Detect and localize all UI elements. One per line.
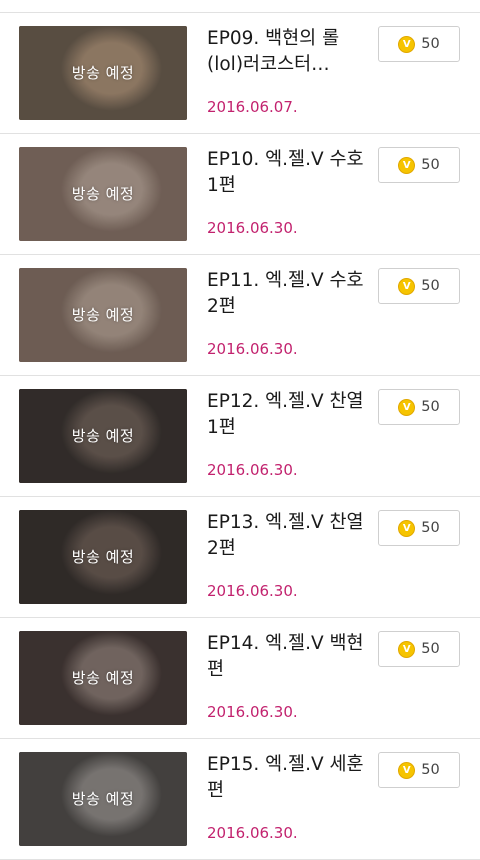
- coin-icon: V: [398, 398, 416, 416]
- episode-title[interactable]: EP15. 엑.젤.V 세훈 편: [207, 752, 369, 804]
- coin-icon: V: [398, 156, 416, 174]
- upcoming-broadcast-label: 방송 예정: [71, 790, 135, 808]
- coin-price: 50: [421, 157, 440, 173]
- episode-thumbnail[interactable]: 방송 예정: [19, 26, 187, 120]
- coin-icon: V: [398, 277, 416, 295]
- purchase-button[interactable]: V 50: [378, 147, 460, 183]
- coin-price: 50: [421, 520, 440, 536]
- episode-row[interactable]: 방송 예정 EP12. 엑.젤.V 찬열 1편 2016.06.30. V 50: [0, 376, 480, 497]
- episode-date: 2016.06.30.: [207, 219, 298, 237]
- episode-thumbnail[interactable]: 방송 예정: [19, 752, 187, 846]
- coin-icon: V: [398, 640, 416, 658]
- upcoming-broadcast-label: 방송 예정: [71, 185, 135, 203]
- coin-price: 50: [421, 278, 440, 294]
- upcoming-broadcast-label: 방송 예정: [71, 306, 135, 324]
- episode-date: 2016.06.30.: [207, 582, 298, 600]
- episode-date: 2016.06.30.: [207, 461, 298, 479]
- episode-thumbnail[interactable]: 방송 예정: [19, 268, 187, 362]
- coin-price: 50: [421, 762, 440, 778]
- episode-thumbnail[interactable]: 방송 예정: [19, 147, 187, 241]
- episode-title[interactable]: EP13. 엑.젤.V 찬열 2편: [207, 510, 369, 562]
- purchase-button[interactable]: V 50: [378, 510, 460, 546]
- upcoming-broadcast-label: 방송 예정: [71, 64, 135, 82]
- purchase-button[interactable]: V 50: [378, 26, 460, 62]
- episode-date: 2016.06.30.: [207, 824, 298, 842]
- upcoming-broadcast-label: 방송 예정: [71, 427, 135, 445]
- purchase-button[interactable]: V 50: [378, 752, 460, 788]
- episode-row[interactable]: 방송 예정 EP15. 엑.젤.V 세훈 편 2016.06.30. V 50: [0, 739, 480, 860]
- episode-row[interactable]: 방송 예정 EP10. 엑.젤.V 수호 1편 2016.06.30. V 50: [0, 134, 480, 255]
- coin-icon: V: [398, 519, 416, 537]
- upcoming-broadcast-label: 방송 예정: [71, 548, 135, 566]
- episode-date: 2016.06.07.: [207, 98, 298, 116]
- episode-title[interactable]: EP10. 엑.젤.V 수호 1편: [207, 147, 369, 199]
- episode-date: 2016.06.30.: [207, 703, 298, 721]
- episode-thumbnail[interactable]: 방송 예정: [19, 631, 187, 725]
- episode-title[interactable]: EP11. 엑.젤.V 수호 2편: [207, 268, 369, 320]
- purchase-button[interactable]: V 50: [378, 268, 460, 304]
- episode-thumbnail[interactable]: 방송 예정: [19, 389, 187, 483]
- coin-price: 50: [421, 36, 440, 52]
- purchase-button[interactable]: V 50: [378, 389, 460, 425]
- upcoming-broadcast-label: 방송 예정: [71, 669, 135, 687]
- episode-title[interactable]: EP12. 엑.젤.V 찬열 1편: [207, 389, 369, 441]
- episode-thumbnail[interactable]: 방송 예정: [19, 510, 187, 604]
- episode-row[interactable]: 방송 예정 EP14. 엑.젤.V 백현 편 2016.06.30. V 50: [0, 618, 480, 739]
- episode-row[interactable]: 방송 예정 EP09. 백현의 롤(lol)러코스터 [EXO… 2016.06…: [0, 13, 480, 134]
- episode-title[interactable]: EP09. 백현의 롤(lol)러코스터 [EXO…: [207, 26, 369, 78]
- episode-row[interactable]: 방송 예정 EP13. 엑.젤.V 찬열 2편 2016.06.30. V 50: [0, 497, 480, 618]
- episode-title[interactable]: EP14. 엑.젤.V 백현 편: [207, 631, 369, 683]
- episode-row[interactable]: 방송 예정 EP11. 엑.젤.V 수호 2편 2016.06.30. V 50: [0, 255, 480, 376]
- episode-date: 2016.06.30.: [207, 340, 298, 358]
- coin-price: 50: [421, 641, 440, 657]
- coin-price: 50: [421, 399, 440, 415]
- coin-icon: V: [398, 35, 416, 53]
- purchase-button[interactable]: V 50: [378, 631, 460, 667]
- coin-icon: V: [398, 761, 416, 779]
- episode-list: 방송 예정 EP09. 백현의 롤(lol)러코스터 [EXO… 2016.06…: [0, 13, 480, 860]
